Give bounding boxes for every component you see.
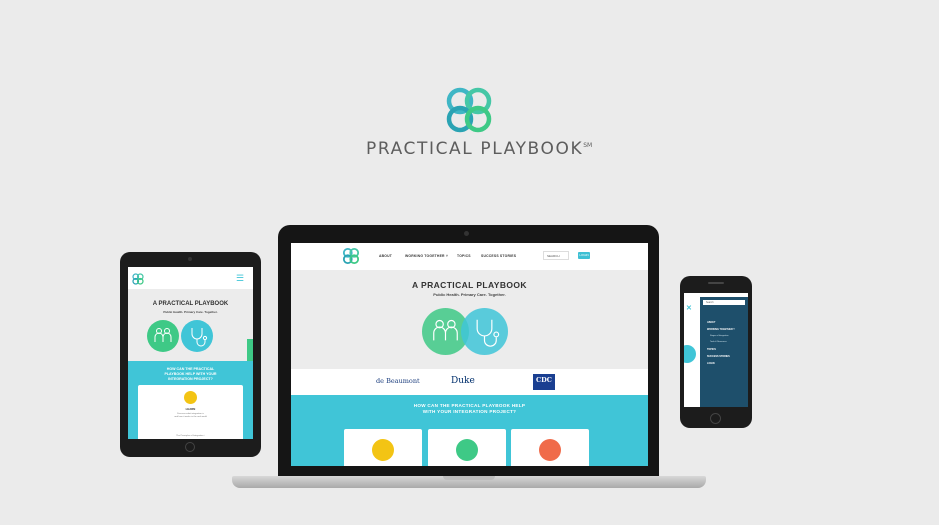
help-title: HOW CAN THE PRACTICAL PLAYBOOK HELP WITH… (291, 403, 648, 415)
phone-speaker (708, 282, 724, 284)
phone-menu-working-together[interactable]: WORKING TOGETHER ˅ (707, 328, 735, 331)
plan-card[interactable] (428, 429, 506, 466)
tablet-handshake-icon (184, 391, 197, 404)
tablet-learn-card[interactable]: LEARN Discover what integration is and h… (138, 385, 243, 439)
handshake-icon (372, 439, 394, 461)
phone-menu-login[interactable]: LOGIN (707, 362, 715, 365)
tablet-people-icon (147, 320, 179, 352)
tablet-hero: A PRACTICAL PLAYBOOK Public Health. Prim… (128, 289, 253, 361)
phone-menu-panel: Search ABOUT WORKING TOGETHER ˅ Stages o… (700, 297, 748, 407)
nav-about[interactable]: ABOUT (379, 254, 392, 258)
laptop-logo-icon[interactable] (341, 246, 361, 266)
hero-title: A PRACTICAL PLAYBOOK (412, 280, 527, 290)
laptop-base (232, 476, 706, 488)
succeed-card[interactable] (511, 429, 589, 466)
tablet-help-section: HOW CAN THE PRACTICAL PLAYBOOK HELP WITH… (128, 361, 253, 439)
service-mark: SM (583, 142, 593, 149)
help-section: HOW CAN THE PRACTICAL PLAYBOOK HELP WITH… (291, 395, 648, 466)
phone-screen: ✕ Search ABOUT WORKING TOGETHER ˅ Stages… (684, 293, 748, 407)
award-icon (539, 439, 561, 461)
search-input[interactable]: SEARCH (543, 251, 569, 260)
phone-menu-success-stories[interactable]: SUCCESS STORIES (707, 355, 730, 358)
phone-submenu-tools[interactable]: Tools & Resources (710, 341, 727, 343)
phone-device: ✕ Search ABOUT WORKING TOGETHER ˅ Stages… (680, 276, 752, 428)
brand-name: PRACTICAL PLAYBOOK (366, 139, 584, 159)
partner-logos: de Beaumont Duke CDC (291, 369, 648, 395)
tools-icon (456, 439, 478, 461)
tablet-navbar: ☰ (128, 271, 253, 290)
tablet-hero-subtitle: Public Health. Primary Care. Together. (163, 310, 218, 314)
login-button[interactable]: LOGIN (578, 252, 590, 259)
tablet-card-footer-link[interactable]: The Principles of Integration › (138, 435, 243, 438)
duke-logo[interactable]: Duke (451, 376, 475, 386)
practical-playbook-logo-icon (446, 87, 492, 133)
laptop-screen: ABOUT WORKING TOGETHER ˅ TOPICS SUCCESS … (291, 243, 648, 466)
help-title-line2: WITH YOUR INTEGRATION PROJECT? (422, 409, 517, 414)
nav-success-stories[interactable]: SUCCESS STORIES (481, 254, 516, 258)
tablet-home-button (185, 442, 195, 452)
tablet-logo-icon[interactable] (131, 272, 145, 286)
tablet-hero-title: A PRACTICAL PLAYBOOK (152, 301, 229, 307)
de-beaumont-logo[interactable]: de Beaumont (376, 377, 420, 385)
laptop-navbar: ABOUT WORKING TOGETHER ˅ TOPICS SUCCESS … (291, 243, 648, 270)
tablet-stethoscope-icon (181, 320, 213, 352)
laptop-notch (443, 476, 495, 480)
phone-search-input[interactable]: Search (703, 300, 745, 305)
nav-working-together[interactable]: WORKING TOGETHER ˅ (405, 254, 448, 258)
phone-circle-peek (684, 345, 696, 363)
tablet-device: ☰ A PRACTICAL PLAYBOOK Public Health. Pr… (120, 252, 261, 457)
stethoscope-icon (461, 308, 508, 355)
laptop-camera (464, 231, 469, 236)
tablet-card-text: Discover what integration is and how it … (138, 413, 243, 419)
learn-card[interactable] (344, 429, 422, 466)
tablet-help-line3: INTEGRATION PROJECT? (168, 377, 213, 381)
tablet-help-title: HOW CAN THE PRACTICAL PLAYBOOK HELP WITH… (128, 367, 253, 382)
tablet-screen: ☰ A PRACTICAL PLAYBOOK Public Health. Pr… (128, 267, 253, 439)
phone-submenu-stages[interactable]: Stages of Integration (710, 335, 728, 337)
cdc-logo[interactable]: CDC (533, 374, 555, 390)
phone-page-peek: ✕ (684, 297, 700, 407)
feedback-tab[interactable] (247, 339, 253, 361)
phone-home-button (710, 413, 721, 424)
phone-menu-topics[interactable]: TOPICS (707, 348, 716, 351)
phone-menu-about[interactable]: ABOUT (707, 321, 716, 324)
brand-wordmark: PRACTICAL PLAYBOOKSM (366, 139, 592, 159)
close-icon[interactable]: ✕ (686, 305, 692, 312)
hamburger-menu-icon[interactable]: ☰ (236, 274, 244, 283)
tablet-card-heading: LEARN (185, 407, 196, 411)
nav-topics[interactable]: TOPICS (457, 254, 471, 258)
hero-subtitle: Public Health. Primary Care. Together. (433, 292, 506, 297)
laptop-device: ABOUT WORKING TOGETHER ˅ TOPICS SUCCESS … (278, 225, 659, 478)
tablet-card-text-line2: and how it works in the real world (174, 416, 207, 418)
tablet-camera (188, 257, 192, 261)
